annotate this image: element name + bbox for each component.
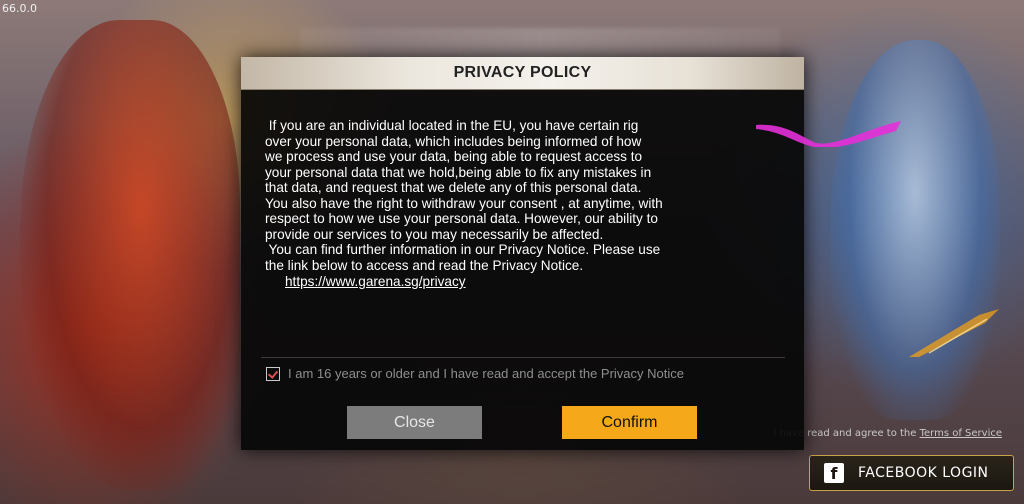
version-label: 66.0.0 bbox=[2, 2, 37, 15]
dialog-title: PRIVACY POLICY bbox=[453, 64, 592, 81]
policy-line: that data, and request that we delete an… bbox=[265, 180, 642, 195]
terms-of-service-link[interactable]: Terms of Service bbox=[920, 428, 1002, 439]
policy-line: If you are an individual located in the … bbox=[265, 118, 639, 133]
policy-line: respect to how we use your personal data… bbox=[265, 211, 658, 226]
dialog-header: PRIVACY POLICY bbox=[241, 57, 804, 90]
facebook-icon: f bbox=[824, 463, 844, 483]
character-left bbox=[20, 20, 240, 490]
confirm-button[interactable]: Confirm bbox=[562, 406, 697, 439]
consent-row: I am 16 years or older and I have read a… bbox=[266, 366, 684, 381]
policy-line: your personal data that we hold,being ab… bbox=[265, 164, 652, 180]
policy-line: we process and use your data, being able… bbox=[265, 149, 643, 164]
age-consent-checkbox[interactable] bbox=[266, 366, 280, 381]
divider bbox=[261, 357, 785, 358]
terms-notice: I have read and agree to the Terms of Se… bbox=[773, 428, 1002, 439]
policy-line: over your personal data, which includes … bbox=[265, 133, 642, 149]
policy-text: If you are an individual located in the … bbox=[265, 118, 785, 290]
privacy-policy-dialog: PRIVACY POLICY If you are an individual … bbox=[241, 57, 999, 450]
policy-line: You also have the right to withdraw your… bbox=[265, 195, 663, 211]
age-consent-label: I am 16 years or older and I have read a… bbox=[288, 366, 684, 381]
checkmark-icon bbox=[267, 367, 279, 379]
policy-line: You can find further information in our … bbox=[265, 242, 661, 257]
facebook-login-button[interactable]: f FACEBOOK LOGIN bbox=[809, 455, 1014, 491]
character-right bbox=[830, 40, 1000, 420]
policy-line: provide our services to you may necessar… bbox=[265, 226, 604, 242]
close-button[interactable]: Close bbox=[347, 406, 482, 439]
policy-line: the link below to access and read the Pr… bbox=[265, 257, 584, 273]
privacy-notice-link[interactable]: https://www.garena.sg/privacy bbox=[285, 274, 466, 290]
facebook-login-label: FACEBOOK LOGIN bbox=[858, 465, 989, 481]
